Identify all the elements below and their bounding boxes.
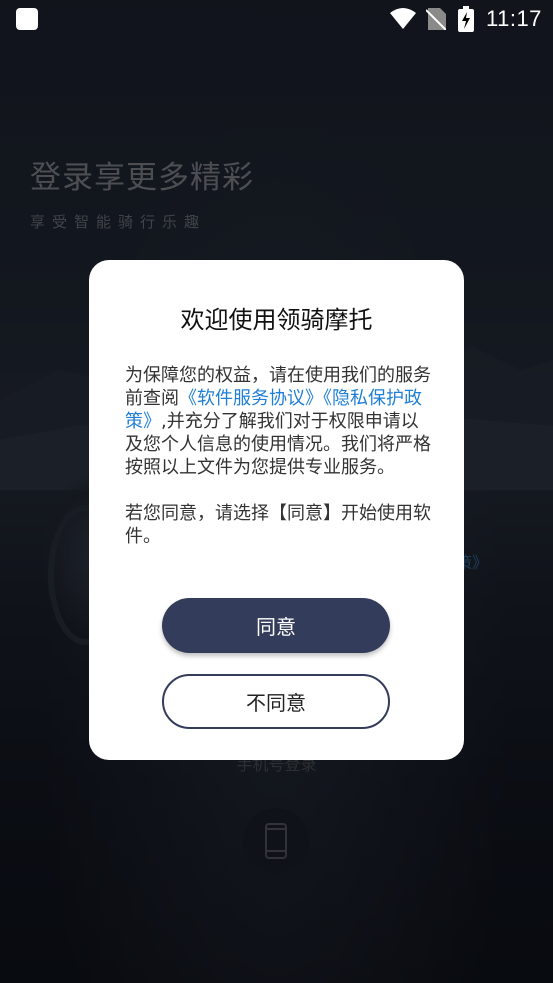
- service-agreement-link[interactable]: 《软件服务协议》: [179, 388, 323, 409]
- disagree-button[interactable]: 不同意: [162, 674, 390, 729]
- dialog-title: 欢迎使用领骑摩托: [180, 306, 373, 334]
- wifi-icon: [390, 8, 416, 29]
- dialog-text-suffix: ,并充分了解我们对于权限申请以及您个人信息的使用情况。我们将严格按照以上文件为您…: [125, 411, 431, 478]
- no-sim-icon: [426, 8, 446, 30]
- app-icon: [16, 8, 38, 30]
- dialog-paragraph-2: 若您同意，请选择【同意】开始使用软件。: [125, 503, 431, 547]
- dialog-body: 为保障您的权益，请在使用我们的服务前查阅《软件服务协议》《隐私保护政策》,并充分…: [125, 364, 431, 548]
- privacy-dialog: 欢迎使用领骑摩托 为保障您的权益，请在使用我们的服务前查阅《软件服务协议》《隐私…: [89, 260, 464, 760]
- status-time: 11:17: [486, 6, 542, 31]
- agree-button[interactable]: 同意: [162, 598, 390, 653]
- dialog-paragraph-1: 为保障您的权益，请在使用我们的服务前查阅《软件服务协议》《隐私保护政策》,并充分…: [125, 364, 431, 479]
- battery-charging-icon: [458, 6, 474, 32]
- status-bar: 11:17: [0, 0, 553, 38]
